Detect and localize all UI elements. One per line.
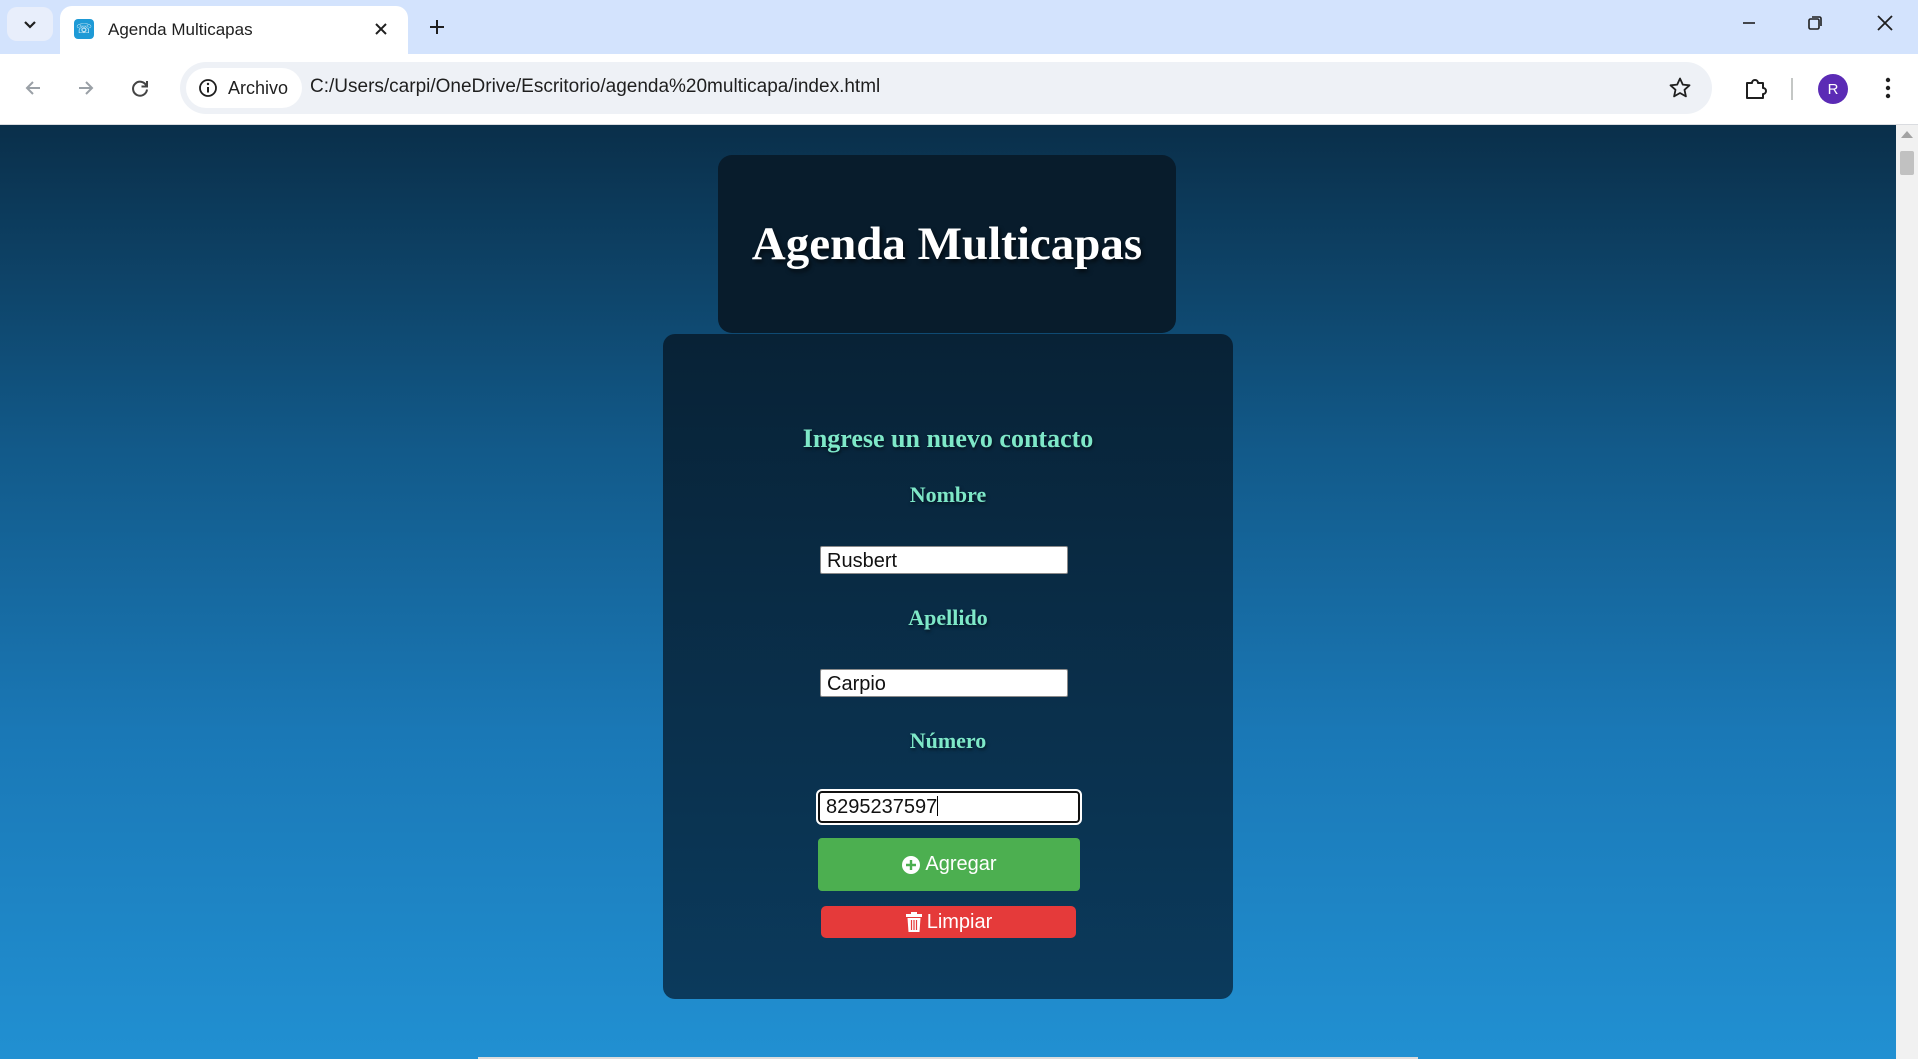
text-caret bbox=[937, 796, 939, 816]
star-icon bbox=[1669, 77, 1691, 98]
back-icon bbox=[25, 81, 40, 95]
last-name-value: Carpio bbox=[827, 673, 886, 695]
add-button-label: Agregar bbox=[925, 853, 997, 875]
last-name-label: Apellido bbox=[908, 605, 988, 630]
header-card: Agenda Multicapas bbox=[718, 155, 1176, 333]
restore-icon bbox=[1808, 16, 1822, 30]
first-name-label: Nombre bbox=[909, 482, 987, 507]
toolbar-divider bbox=[1791, 78, 1793, 100]
site-info-chip[interactable]: Archivo bbox=[186, 68, 302, 108]
trash-icon bbox=[905, 912, 923, 932]
scroll-up-icon[interactable] bbox=[1901, 131, 1913, 138]
address-bar[interactable]: Archivo C:/Users/carpi/OneDrive/Escritor… bbox=[180, 62, 1712, 114]
extensions-button[interactable] bbox=[1735, 67, 1777, 109]
restore-button[interactable] bbox=[1782, 0, 1848, 46]
tab-close-button[interactable] bbox=[368, 16, 394, 42]
tab-bar: ☏ Agenda Multicapas bbox=[0, 0, 1918, 54]
url-text[interactable]: C:/Users/carpi/OneDrive/Escritorio/agend… bbox=[310, 76, 880, 98]
first-name-input[interactable]: Rusbert bbox=[820, 546, 1068, 574]
page-viewport: Agenda Multicapas Ingrese un nuevo conta… bbox=[0, 125, 1896, 1059]
last-name-input[interactable]: Carpio bbox=[820, 669, 1068, 697]
extensions-icon bbox=[1746, 79, 1767, 99]
close-window-button[interactable] bbox=[1852, 0, 1918, 46]
reload-icon bbox=[132, 80, 148, 97]
forward-icon bbox=[79, 81, 94, 95]
plus-icon bbox=[430, 20, 444, 34]
contact-form: Ingrese un nuevo contacto Nombre Rusbert… bbox=[663, 334, 1233, 999]
tab-search-button[interactable] bbox=[7, 7, 53, 41]
minimize-button[interactable] bbox=[1716, 0, 1782, 46]
reload-button[interactable] bbox=[119, 67, 161, 109]
browser-menu-button[interactable] bbox=[1870, 67, 1906, 109]
clear-button-label: Limpiar bbox=[926, 910, 993, 933]
browser-toolbar: Archivo C:/Users/carpi/OneDrive/Escritor… bbox=[0, 54, 1918, 125]
clear-form-button[interactable]: Limpiar bbox=[821, 906, 1076, 938]
close-icon bbox=[1877, 15, 1893, 31]
more-icon bbox=[1885, 77, 1891, 99]
tab-title: Agenda Multicapas bbox=[108, 20, 253, 39]
site-chip-label: Archivo bbox=[228, 78, 289, 98]
scroll-thumb[interactable] bbox=[1900, 151, 1914, 175]
new-tab-button[interactable] bbox=[420, 10, 454, 44]
page-title: Agenda Multicapas bbox=[751, 218, 1143, 270]
back-button[interactable] bbox=[12, 67, 54, 109]
tab-favicon-icon: ☏ bbox=[74, 19, 94, 39]
forward-button[interactable] bbox=[65, 67, 107, 109]
bookmark-button[interactable] bbox=[1662, 70, 1698, 106]
chevron-down-icon bbox=[24, 21, 36, 29]
profile-avatar[interactable]: R bbox=[1818, 74, 1848, 104]
plus-circle-icon bbox=[901, 855, 921, 875]
form-heading: Ingrese un nuevo contacto bbox=[802, 424, 1094, 453]
page-scrollbar[interactable] bbox=[1896, 125, 1918, 1059]
phone-number-input[interactable]: 8295237597 bbox=[816, 789, 1082, 825]
phone-number-label: Número bbox=[909, 728, 987, 753]
minimize-icon bbox=[1743, 22, 1755, 24]
add-contact-button[interactable]: Agregar bbox=[818, 838, 1080, 891]
phone-number-value: 8295237597 bbox=[826, 796, 938, 818]
browser-tab[interactable]: ☏ Agenda Multicapas bbox=[60, 6, 408, 54]
close-icon bbox=[375, 23, 387, 35]
first-name-value: Rusbert bbox=[827, 550, 898, 572]
info-icon bbox=[199, 79, 217, 97]
